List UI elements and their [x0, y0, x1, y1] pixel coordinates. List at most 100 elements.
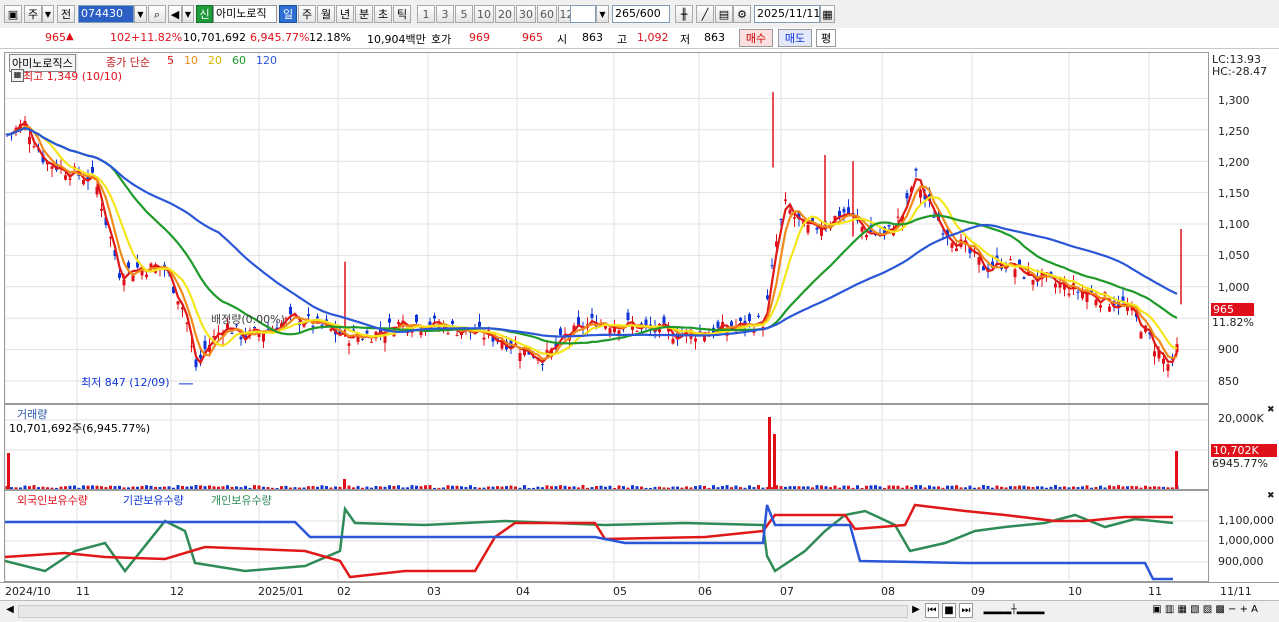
scroll-right-icon[interactable]: ▶: [910, 603, 922, 618]
period-tab-1[interactable]: 주: [298, 5, 316, 23]
speaker-dropdown-icon[interactable]: ▼: [182, 5, 194, 23]
close-holding-pane-icon[interactable]: ✖: [1267, 491, 1275, 501]
draw-icon[interactable]: ╱: [696, 5, 714, 23]
candle-body: [50, 166, 54, 169]
prev-button[interactable]: 전: [57, 5, 75, 23]
volume-bar: [1166, 487, 1170, 489]
interval-button-0[interactable]: 1: [417, 5, 435, 23]
gear-icon[interactable]: ⚙: [733, 5, 751, 23]
ma-legend-20[interactable]: 20: [208, 54, 222, 67]
period-tab-5[interactable]: 초: [374, 5, 392, 23]
date-input[interactable]: 2025/11/11: [754, 5, 820, 23]
period-main-select[interactable]: 주: [24, 5, 42, 23]
grid-icon[interactable]: ▦: [11, 69, 24, 82]
eval-button[interactable]: 평: [816, 29, 836, 47]
volume-bar: [190, 486, 193, 489]
interval-dropdown-icon[interactable]: ▼: [596, 5, 609, 23]
interval-button-5[interactable]: 30: [516, 5, 536, 23]
scrollbar-track[interactable]: [18, 605, 908, 618]
candle-body: [194, 359, 198, 368]
volume-bar: [46, 487, 49, 489]
price-pane[interactable]: 아미노로직스 종가 단순 5 10 20 60 120 최고 1,349 (10/10)…: [4, 52, 1209, 404]
ma-legend-5[interactable]: 5: [167, 54, 174, 67]
ma-legend-10[interactable]: 10: [184, 54, 198, 67]
ma-legend-120[interactable]: 120: [256, 54, 277, 67]
hc-label: HC:-28.47: [1212, 65, 1268, 78]
code-dropdown-icon[interactable]: ▼: [134, 5, 147, 23]
volume-bar: [311, 485, 315, 489]
x-axis-label: 02: [337, 585, 351, 598]
chevron-down-icon[interactable]: ▼: [42, 5, 54, 23]
interval-button-2[interactable]: 5: [455, 5, 473, 23]
candle-body: [1099, 305, 1102, 308]
volume-bar: [896, 485, 900, 489]
interval-button-1[interactable]: 3: [436, 5, 454, 23]
code-input[interactable]: 074430: [78, 5, 134, 23]
zoom-slider[interactable]: ▂▂▂▂┼▂▂▂▂: [978, 603, 1050, 618]
volume-chart[interactable]: [5, 405, 1209, 490]
period-tab-3[interactable]: 년: [336, 5, 354, 23]
custom-interval-input[interactable]: [570, 5, 596, 23]
price-ytick: 1,050: [1218, 249, 1250, 262]
volume-bar: [779, 486, 783, 489]
volume-pane[interactable]: 거래량 10,701,692주(6,945.77%): [4, 404, 1209, 490]
volume-bar: [424, 485, 427, 489]
holding-pane[interactable]: 외국인보유수량 기관보유수량 개인보유수량: [4, 490, 1209, 582]
volume-bar: [289, 487, 292, 489]
candle-body: [1108, 306, 1111, 312]
candle-body: [950, 243, 954, 248]
period-tab-0[interactable]: 일: [279, 5, 297, 23]
volume-bar: [1148, 486, 1152, 489]
stop-icon[interactable]: ■: [942, 603, 956, 618]
next-icon[interactable]: ⏭: [959, 603, 973, 618]
volume-bar: [230, 486, 234, 489]
volume-bar: [829, 487, 832, 489]
volume-bar: [176, 485, 180, 489]
interval-button-3[interactable]: 10: [474, 5, 494, 23]
volume-bar: [392, 486, 396, 489]
search-icon[interactable]: ⌕: [148, 5, 166, 23]
interval-button-4[interactable]: 20: [495, 5, 515, 23]
stock-name-field[interactable]: 아미노로직: [213, 5, 277, 23]
x-axis-label: 09: [971, 585, 985, 598]
volume-bar: [721, 486, 724, 489]
period-tab-4[interactable]: 분: [355, 5, 373, 23]
scroll-left-icon[interactable]: ◀: [4, 603, 16, 618]
candle-body: [626, 312, 630, 320]
volume-bar: [91, 485, 94, 489]
candle-body: [1018, 259, 1021, 265]
first-icon[interactable]: ⏮: [925, 603, 939, 618]
candle-body: [433, 315, 436, 319]
candle-body: [1126, 306, 1129, 312]
speaker-icon[interactable]: ◀: [168, 5, 182, 23]
calendar-icon[interactable]: ▦: [820, 5, 835, 23]
candle-body: [388, 318, 391, 323]
count-field[interactable]: 265/600: [612, 5, 670, 23]
change-rate: +11.82%: [131, 31, 183, 44]
volume-tag: 10,702K: [1211, 444, 1277, 457]
period-tab-6[interactable]: 틱: [393, 5, 411, 23]
volume-bar: [397, 485, 400, 489]
candle-body: [896, 216, 900, 218]
price-chart[interactable]: [5, 53, 1209, 404]
candle-icon[interactable]: ╫: [675, 5, 693, 23]
volume-bar: [248, 487, 252, 489]
x-axis-label: 04: [516, 585, 530, 598]
volume-bar: [802, 486, 805, 489]
legend-institution: 기관보유수량: [123, 494, 184, 507]
candle-body: [1094, 299, 1098, 306]
bottom-tools[interactable]: ▣ ▥ ▦ ▧ ▨ ▩ − + A: [1058, 603, 1258, 618]
ma-legend-60[interactable]: 60: [232, 54, 246, 67]
volume-bar: [622, 486, 625, 489]
interval-button-6[interactable]: 60: [537, 5, 557, 23]
save-icon[interactable]: ▤: [715, 5, 733, 23]
holding-chart[interactable]: [5, 491, 1209, 582]
legend-individual: 개인보유수량: [211, 494, 272, 507]
candle-body: [905, 193, 909, 199]
layout-icon[interactable]: ▣: [4, 5, 22, 23]
volume-bar: [253, 485, 256, 489]
sell-button[interactable]: 매도: [778, 29, 812, 47]
close-pane-icon[interactable]: ✖: [1267, 405, 1275, 415]
buy-button[interactable]: 매수: [739, 29, 773, 47]
period-tab-2[interactable]: 월: [317, 5, 335, 23]
